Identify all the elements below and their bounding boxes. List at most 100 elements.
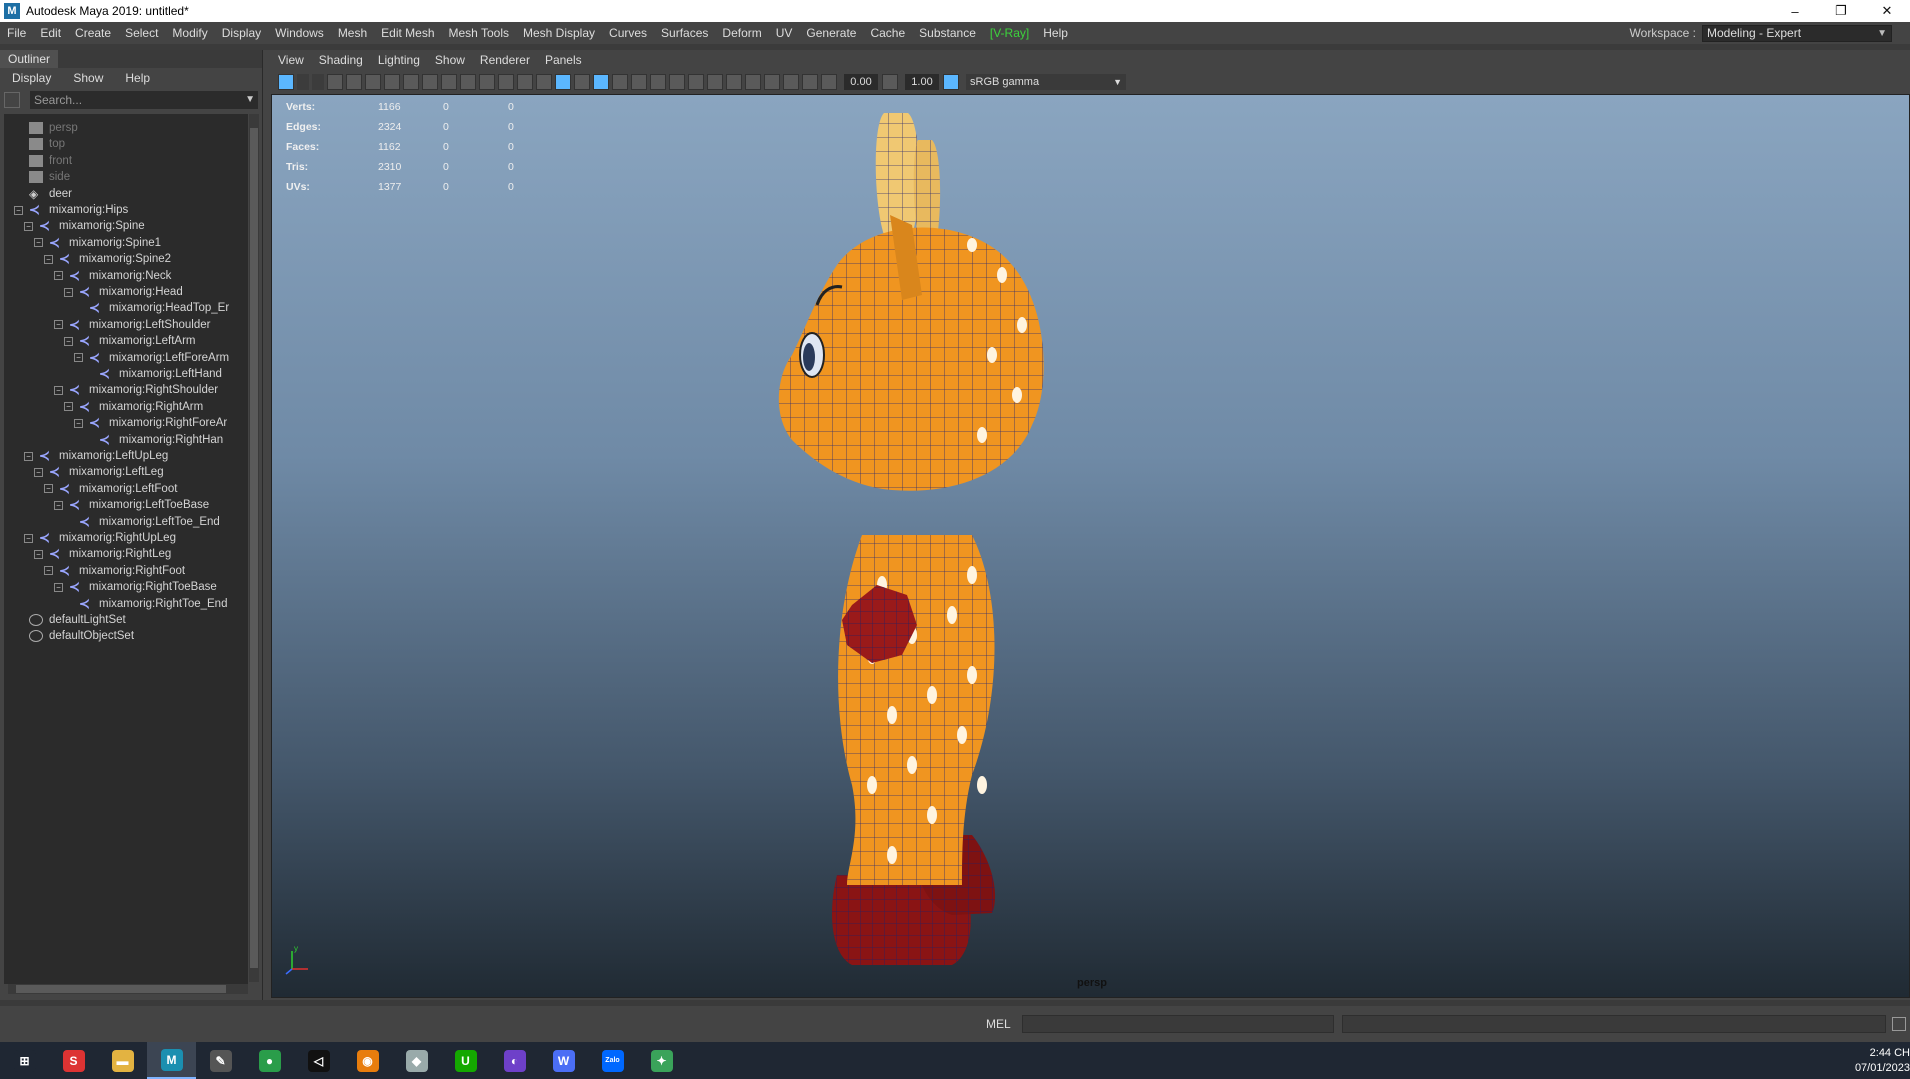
exposure-icon[interactable] xyxy=(821,74,837,90)
resolution-gate-icon[interactable] xyxy=(441,74,457,90)
screen-space-ao-icon[interactable] xyxy=(669,74,685,90)
restore-button[interactable]: ❐ xyxy=(1818,0,1864,22)
menu-deform[interactable]: Deform xyxy=(715,26,768,40)
menu-curves[interactable]: Curves xyxy=(602,26,654,40)
menu-uv[interactable]: UV xyxy=(769,26,800,40)
taskbar-unity[interactable]: ◁ xyxy=(294,1042,343,1079)
lock-camera-icon[interactable] xyxy=(297,74,309,90)
tab-outliner[interactable]: Outliner xyxy=(0,50,59,68)
color-management-icon[interactable] xyxy=(943,74,959,90)
collapse-toggle-icon[interactable]: − xyxy=(44,254,53,264)
smooth-shade-icon[interactable] xyxy=(555,74,571,90)
collapse-toggle-icon[interactable]: − xyxy=(44,484,53,494)
collapse-toggle-icon[interactable]: − xyxy=(14,205,23,215)
outliner-menu-show[interactable]: Show xyxy=(61,71,113,85)
menu-cache[interactable]: Cache xyxy=(863,26,912,40)
gate-mask-icon[interactable] xyxy=(460,74,476,90)
collapse-toggle-icon[interactable]: − xyxy=(74,418,83,428)
gamma-field[interactable]: 1.00 xyxy=(905,74,939,90)
color-space-select[interactable]: sRGB gamma ▼ xyxy=(966,74,1126,90)
taskbar-blender[interactable]: ◉ xyxy=(343,1042,392,1079)
menu-mesh-tools[interactable]: Mesh Tools xyxy=(442,26,516,40)
use-all-lights-icon[interactable] xyxy=(631,74,647,90)
filter-icon[interactable] xyxy=(4,92,20,108)
deer-character-model[interactable] xyxy=(272,95,1910,998)
collapse-toggle-icon[interactable]: − xyxy=(54,271,63,281)
wireframe-icon[interactable] xyxy=(536,74,552,90)
taskbar-upwork[interactable]: U xyxy=(441,1042,490,1079)
taskbar-windows-start[interactable]: ⊞ xyxy=(0,1042,49,1079)
safe-title-icon[interactable] xyxy=(517,74,533,90)
workspace-select[interactable]: Modeling - Expert ▼ xyxy=(1702,24,1892,42)
outliner-vertical-scrollbar[interactable] xyxy=(249,114,259,982)
minimize-button[interactable]: – xyxy=(1772,0,1818,22)
outliner-horizontal-scrollbar[interactable] xyxy=(8,984,248,994)
bookmark-icon[interactable] xyxy=(327,74,343,90)
outliner-menu-display[interactable]: Display xyxy=(0,71,61,85)
shadows-icon[interactable] xyxy=(650,74,666,90)
viewport-menu-shading[interactable]: Shading xyxy=(319,53,363,67)
2d-pan-zoom-icon[interactable] xyxy=(365,74,381,90)
menu-surfaces[interactable]: Surfaces xyxy=(654,26,715,40)
gamma-icon[interactable] xyxy=(882,74,898,90)
collapse-toggle-icon[interactable]: − xyxy=(54,582,63,592)
anti-aliasing-icon[interactable] xyxy=(707,74,723,90)
image-plane-icon[interactable] xyxy=(346,74,362,90)
search-input[interactable]: Search... ▼ xyxy=(30,91,258,109)
menu-mesh-display[interactable]: Mesh Display xyxy=(516,26,602,40)
system-clock[interactable]: 2:44 CH 07/01/2023 xyxy=(1850,1046,1910,1076)
collapse-toggle-icon[interactable]: − xyxy=(34,549,43,559)
menu-file[interactable]: File xyxy=(0,26,33,40)
3d-viewport[interactable]: Verts: 1166 0 0 Edges: 2324 0 0 Faces: 1162 0 0 Tris… xyxy=(271,94,1910,998)
wireframe-on-shaded-icon[interactable] xyxy=(593,74,609,90)
camera-attributes-icon[interactable] xyxy=(312,74,324,90)
viewport-menu-lighting[interactable]: Lighting xyxy=(378,53,420,67)
chevron-down-icon[interactable]: ▼ xyxy=(245,91,255,109)
mel-label[interactable]: MEL xyxy=(986,1017,1012,1031)
mel-input[interactable] xyxy=(1022,1015,1334,1033)
collapse-toggle-icon[interactable]: − xyxy=(54,320,63,330)
collapse-toggle-icon[interactable]: − xyxy=(24,451,33,461)
collapse-toggle-icon[interactable]: − xyxy=(54,385,63,395)
taskbar-chrome[interactable]: ● xyxy=(245,1042,294,1079)
taskbar-game-app[interactable]: ◆ xyxy=(392,1042,441,1079)
menu-help[interactable]: Help xyxy=(1036,26,1075,40)
collapse-toggle-icon[interactable]: − xyxy=(64,336,73,346)
collapse-toggle-icon[interactable]: − xyxy=(44,566,53,576)
textured-icon[interactable] xyxy=(612,74,628,90)
default-material-icon[interactable] xyxy=(574,74,590,90)
exposure-field[interactable]: 0.00 xyxy=(844,74,878,90)
xray-joints-icon[interactable] xyxy=(783,74,799,90)
field-chart-icon[interactable] xyxy=(479,74,495,90)
collapse-toggle-icon[interactable]: − xyxy=(34,467,43,477)
menu-windows[interactable]: Windows xyxy=(268,26,331,40)
scroll-thumb[interactable] xyxy=(16,985,226,993)
menu-create[interactable]: Create xyxy=(68,26,118,40)
taskbar-inkscape[interactable]: ✎ xyxy=(196,1042,245,1079)
taskbar-w-app[interactable]: W xyxy=(539,1042,588,1079)
menu-generate[interactable]: Generate xyxy=(799,26,863,40)
close-button[interactable]: ✕ xyxy=(1864,0,1910,22)
menu-edit[interactable]: Edit xyxy=(33,26,68,40)
taskbar-zalo[interactable]: Zalo xyxy=(588,1042,637,1079)
script-editor-icon[interactable] xyxy=(1892,1017,1906,1031)
depth-of-field-icon[interactable] xyxy=(726,74,742,90)
collapse-toggle-icon[interactable]: − xyxy=(24,533,33,543)
select-camera-icon[interactable] xyxy=(278,74,294,90)
collapse-toggle-icon[interactable]: − xyxy=(24,221,33,231)
outliner-item[interactable]: defaultObjectSet xyxy=(29,626,134,646)
viewport-menu-panels[interactable]: Panels xyxy=(545,53,582,67)
collapse-toggle-icon[interactable]: − xyxy=(34,238,43,248)
collapse-toggle-icon[interactable]: − xyxy=(64,287,73,297)
xray-components-icon[interactable] xyxy=(802,74,818,90)
menu-v-ray[interactable]: [V-Ray] xyxy=(983,26,1036,40)
collapse-toggle-icon[interactable]: − xyxy=(64,402,73,412)
taskbar-security-app[interactable]: S xyxy=(49,1042,98,1079)
xray-icon[interactable] xyxy=(764,74,780,90)
collapse-toggle-icon[interactable]: − xyxy=(74,353,83,363)
taskbar-github[interactable]: ◐ xyxy=(490,1042,539,1079)
outliner-menu-help[interactable]: Help xyxy=(113,71,160,85)
viewport-menu-view[interactable]: View xyxy=(278,53,304,67)
menu-display[interactable]: Display xyxy=(215,26,268,40)
menu-edit-mesh[interactable]: Edit Mesh xyxy=(374,26,441,40)
